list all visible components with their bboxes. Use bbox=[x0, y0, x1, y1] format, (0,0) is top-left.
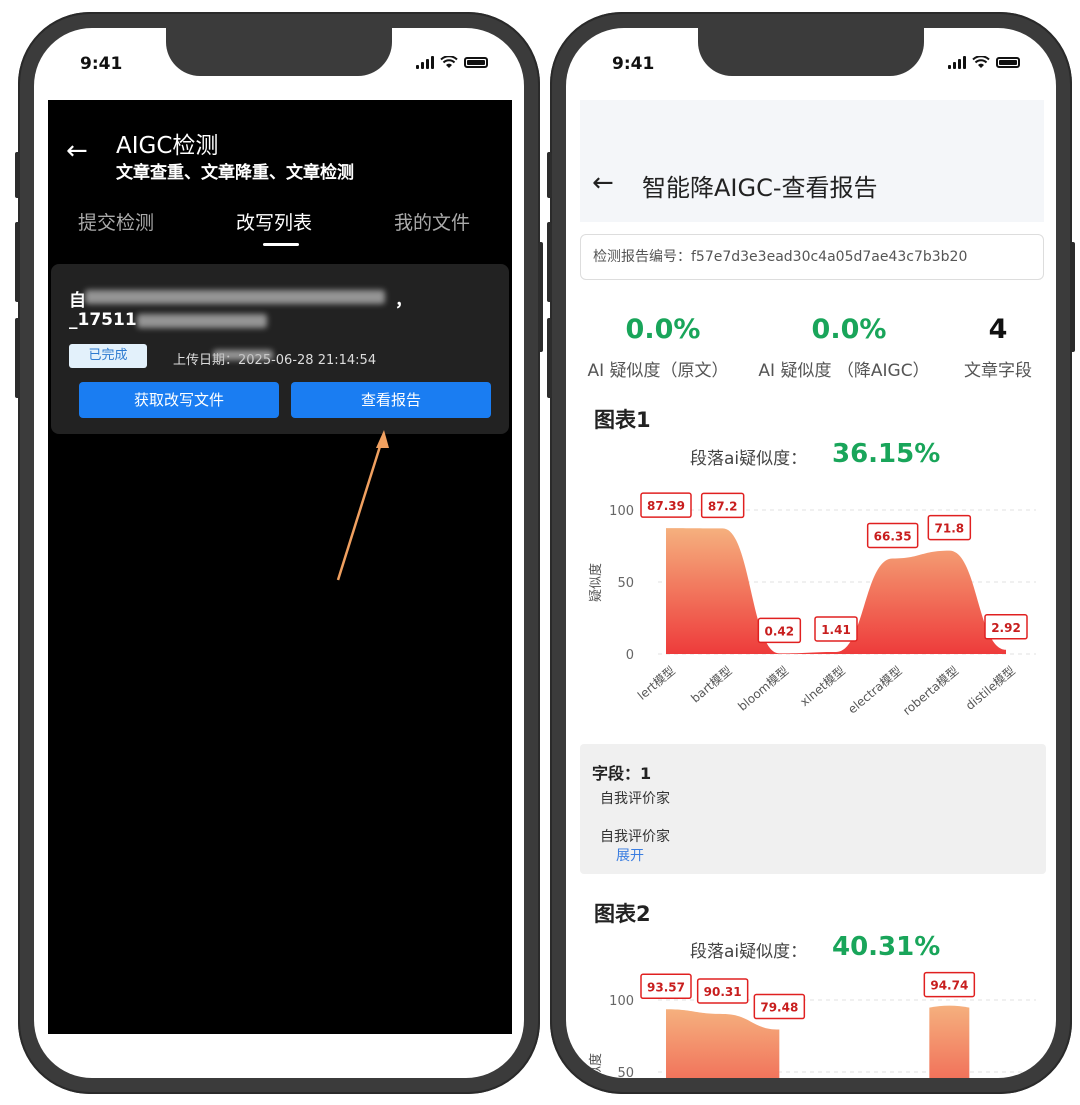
left-screen: 9:41 ← AIGC检测 文章查重、文章降重、文章检测 提交检测 改写列表 我… bbox=[34, 28, 524, 1078]
status-time: 9:41 bbox=[80, 54, 123, 74]
data-label: 87.2 bbox=[708, 499, 738, 513]
y-tick-label: 50 bbox=[617, 576, 634, 591]
power-button bbox=[538, 242, 543, 352]
data-label: 90.31 bbox=[704, 985, 742, 999]
field-text-1: 自我评价家 bbox=[600, 791, 670, 807]
data-label: 79.48 bbox=[760, 1001, 798, 1015]
battery-icon bbox=[996, 57, 1020, 68]
back-arrow-icon[interactable]: ← bbox=[592, 170, 614, 196]
annotation-arrow bbox=[336, 430, 389, 581]
field-section: 字段：1 自我评价家 自我评价家 展开 bbox=[580, 744, 1046, 874]
y-axis-label: 疑似度 bbox=[588, 563, 604, 602]
data-label: 87.39 bbox=[647, 499, 685, 513]
chart-2-para-value: 40.31% bbox=[832, 932, 941, 962]
area-series bbox=[929, 1005, 970, 1078]
stat-reduced-label: AI 疑似度 （降AIGC） bbox=[758, 361, 930, 381]
y-axis-label: 疑似度 bbox=[588, 1053, 604, 1078]
status-icons bbox=[948, 56, 1020, 69]
y-tick-label: 100 bbox=[609, 994, 634, 1009]
stat-original-label: AI 疑似度（原文） bbox=[587, 361, 729, 381]
data-label: 66.35 bbox=[874, 529, 912, 543]
x-tick-label: distile模型 bbox=[963, 664, 1018, 713]
report-id-field: 检测报告编号：f57e7d3e3ead30c4a05d7ae43c7b3b20 bbox=[580, 234, 1044, 280]
data-label: 1.41 bbox=[821, 623, 851, 637]
chart-2: 100 50 疑似度 93.57 90.31 79.48 94.74 bbox=[588, 971, 1036, 1078]
x-tick-label: lert模型 bbox=[635, 664, 678, 703]
wifi-icon bbox=[972, 56, 990, 68]
stat-original-value: 0.0% bbox=[625, 314, 701, 345]
left-phone-frame: 9:41 ← AIGC检测 文章查重、文章降重、文章检测 提交检测 改写列表 我… bbox=[15, 12, 543, 1094]
signal-icon bbox=[416, 56, 434, 69]
data-label: 93.57 bbox=[647, 980, 685, 994]
data-label: 94.74 bbox=[930, 979, 968, 993]
page-title: 智能降AIGC-查看报告 bbox=[642, 174, 878, 202]
x-tick-label: bloom模型 bbox=[735, 664, 791, 714]
side-button bbox=[15, 152, 20, 198]
aigc-app-screen: ← AIGC检测 文章查重、文章降重、文章检测 提交检测 改写列表 我的文件 自… bbox=[48, 100, 512, 1034]
power-button bbox=[1070, 242, 1075, 352]
right-phone-frame: 9:41 ← 智能降AIGC-查看报告 检测报告编号：f57e7d3e3ead3… bbox=[547, 12, 1075, 1094]
stat-fields-label: 文章字段 bbox=[964, 361, 1032, 381]
signal-icon bbox=[948, 56, 966, 69]
volume-up-button bbox=[15, 222, 20, 302]
volume-down-button bbox=[15, 318, 20, 398]
field-text-2: 自我评价家 bbox=[600, 829, 670, 845]
chart-2-para-label: 段落ai疑似度： bbox=[690, 942, 808, 962]
notch bbox=[166, 28, 392, 76]
y-tick-label: 100 bbox=[609, 504, 634, 519]
x-tick-label: roberta模型 bbox=[900, 664, 961, 718]
status-time: 9:41 bbox=[612, 54, 655, 74]
chart-2-heading: 图表2 bbox=[594, 902, 651, 926]
status-icons bbox=[416, 56, 488, 69]
data-label: 71.8 bbox=[935, 522, 965, 536]
data-label: 2.92 bbox=[991, 621, 1021, 635]
y-tick-label: 50 bbox=[617, 1066, 634, 1078]
stat-fields-value: 4 bbox=[988, 314, 1008, 345]
chart-1-para-value: 36.15% bbox=[832, 439, 941, 469]
field-label: 字段：1 bbox=[592, 764, 652, 783]
volume-up-button bbox=[547, 222, 552, 302]
area-series bbox=[666, 1009, 780, 1078]
x-tick-label: xlnet模型 bbox=[797, 664, 847, 710]
stat-reduced-value: 0.0% bbox=[811, 314, 887, 345]
x-tick-label: electra模型 bbox=[845, 664, 904, 717]
side-button bbox=[547, 152, 552, 198]
chart-1: 100 50 0 疑似度 87.39 87.2 0.42 1.41 66.35 71.8 2.92 l… bbox=[588, 492, 1036, 718]
right-screen: 9:41 ← 智能降AIGC-查看报告 检测报告编号：f57e7d3e3ead3… bbox=[566, 28, 1056, 1078]
y-tick-label: 0 bbox=[626, 648, 634, 663]
report-header: ← 智能降AIGC-查看报告 bbox=[580, 100, 1044, 222]
volume-down-button bbox=[547, 318, 552, 398]
battery-icon bbox=[464, 57, 488, 68]
data-label: 0.42 bbox=[765, 624, 795, 638]
chart-1-heading: 图表1 bbox=[594, 408, 651, 432]
notch bbox=[698, 28, 924, 76]
chart-1-para-label: 段落ai疑似度： bbox=[690, 449, 808, 469]
wifi-icon bbox=[440, 56, 458, 68]
expand-link[interactable]: 展开 bbox=[616, 845, 644, 865]
x-tick-label: bart模型 bbox=[688, 664, 734, 706]
